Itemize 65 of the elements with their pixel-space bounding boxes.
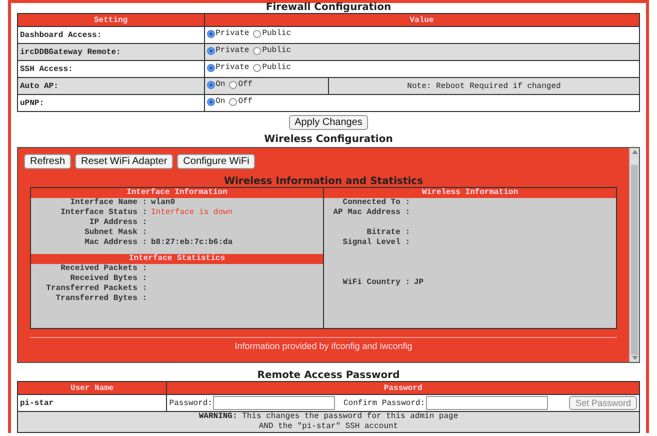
note-text: Note: Reboot Required if changed <box>328 78 640 94</box>
radio-button[interactable] <box>253 64 262 72</box>
password-field[interactable] <box>213 396 336 410</box>
section-title: Remote Access Password <box>256 371 401 381</box>
info-value: wlan0 <box>151 198 176 207</box>
confirm-password-field[interactable] <box>426 396 548 410</box>
info-value: JP <box>414 278 424 287</box>
info-label: Received Bytes : <box>70 274 147 283</box>
section-title: Firewall Configuration <box>264 3 392 13</box>
setting-label: ircDDBGateway Remote: <box>18 44 204 60</box>
field-label: Password: <box>169 398 212 408</box>
setting-label: Auto AP: <box>18 78 204 94</box>
info-label: Interface Status : <box>60 208 147 217</box>
info-label: Transferred Bytes : <box>56 294 147 303</box>
radio-label: Public <box>262 63 292 72</box>
info-label: Signal Level : <box>342 238 410 247</box>
radio-label: Public <box>262 29 292 38</box>
action-button[interactable]: Configure WiFi <box>177 154 256 169</box>
radio-label: Private <box>216 46 250 56</box>
panel-header: Wireless Information <box>324 188 616 198</box>
info-value: Interface is down <box>151 208 233 217</box>
apply-button[interactable]: Apply Changes <box>288 115 368 130</box>
warning-text: AND the "pi-star" SSH account <box>258 422 400 432</box>
radio-button[interactable] <box>206 30 215 38</box>
setting-label: uPNP: <box>18 94 204 112</box>
info-label: AP Mac Address : <box>333 208 410 217</box>
radio-label: On <box>216 80 226 90</box>
info-label: Bitrate : <box>366 228 410 237</box>
info-value: b8:27:eb:7c:b6:da <box>151 238 233 247</box>
radio-label: Off <box>238 80 253 90</box>
radio-button[interactable] <box>206 46 215 55</box>
info-label: IP Address : <box>89 218 147 227</box>
radio-button[interactable] <box>229 80 238 89</box>
action-button[interactable]: Refresh <box>24 154 72 169</box>
radio-button[interactable] <box>253 30 262 38</box>
radio-label: Private <box>216 63 250 72</box>
radio-label: Off <box>238 97 253 106</box>
radio-button[interactable] <box>206 64 215 72</box>
info-label: Mac Address : <box>84 238 147 247</box>
radio-label: Public <box>262 46 292 56</box>
info-label: Subnet Mask : <box>84 228 147 237</box>
info-label: Transferred Packets : <box>46 284 147 293</box>
column-header: Setting <box>18 14 204 26</box>
radio-button[interactable] <box>206 98 215 106</box>
radio-label: Private <box>216 29 250 38</box>
column-header: Password <box>166 382 640 394</box>
radio-button[interactable] <box>206 80 215 89</box>
warning-text: WARNING: This changes the password for this admin page <box>198 412 460 422</box>
info-label: Interface Name : <box>70 198 147 207</box>
panel-header: Interface Information <box>31 188 323 198</box>
action-button[interactable]: Reset WiFi Adapter <box>75 154 174 169</box>
scrollbar[interactable] <box>629 148 639 362</box>
column-header: Value <box>204 14 640 26</box>
panel-header: Interface Statistics <box>31 254 323 264</box>
radio-button[interactable] <box>229 98 238 106</box>
column-header: User Name <box>18 382 167 394</box>
field-label: Confirm Password: <box>343 398 426 408</box>
info-label: Connected To : <box>342 198 410 207</box>
footer-text: Information provided by ifconfig and iwconfig <box>30 337 617 351</box>
info-label: Received Packets : <box>60 264 147 273</box>
info-label: WiFi Country : <box>342 278 410 287</box>
section-title: Wireless Configuration <box>263 135 394 145</box>
radio-label: On <box>216 97 226 106</box>
radio-button[interactable] <box>253 46 262 55</box>
section-title: Wireless Information and Statistics <box>222 177 424 187</box>
